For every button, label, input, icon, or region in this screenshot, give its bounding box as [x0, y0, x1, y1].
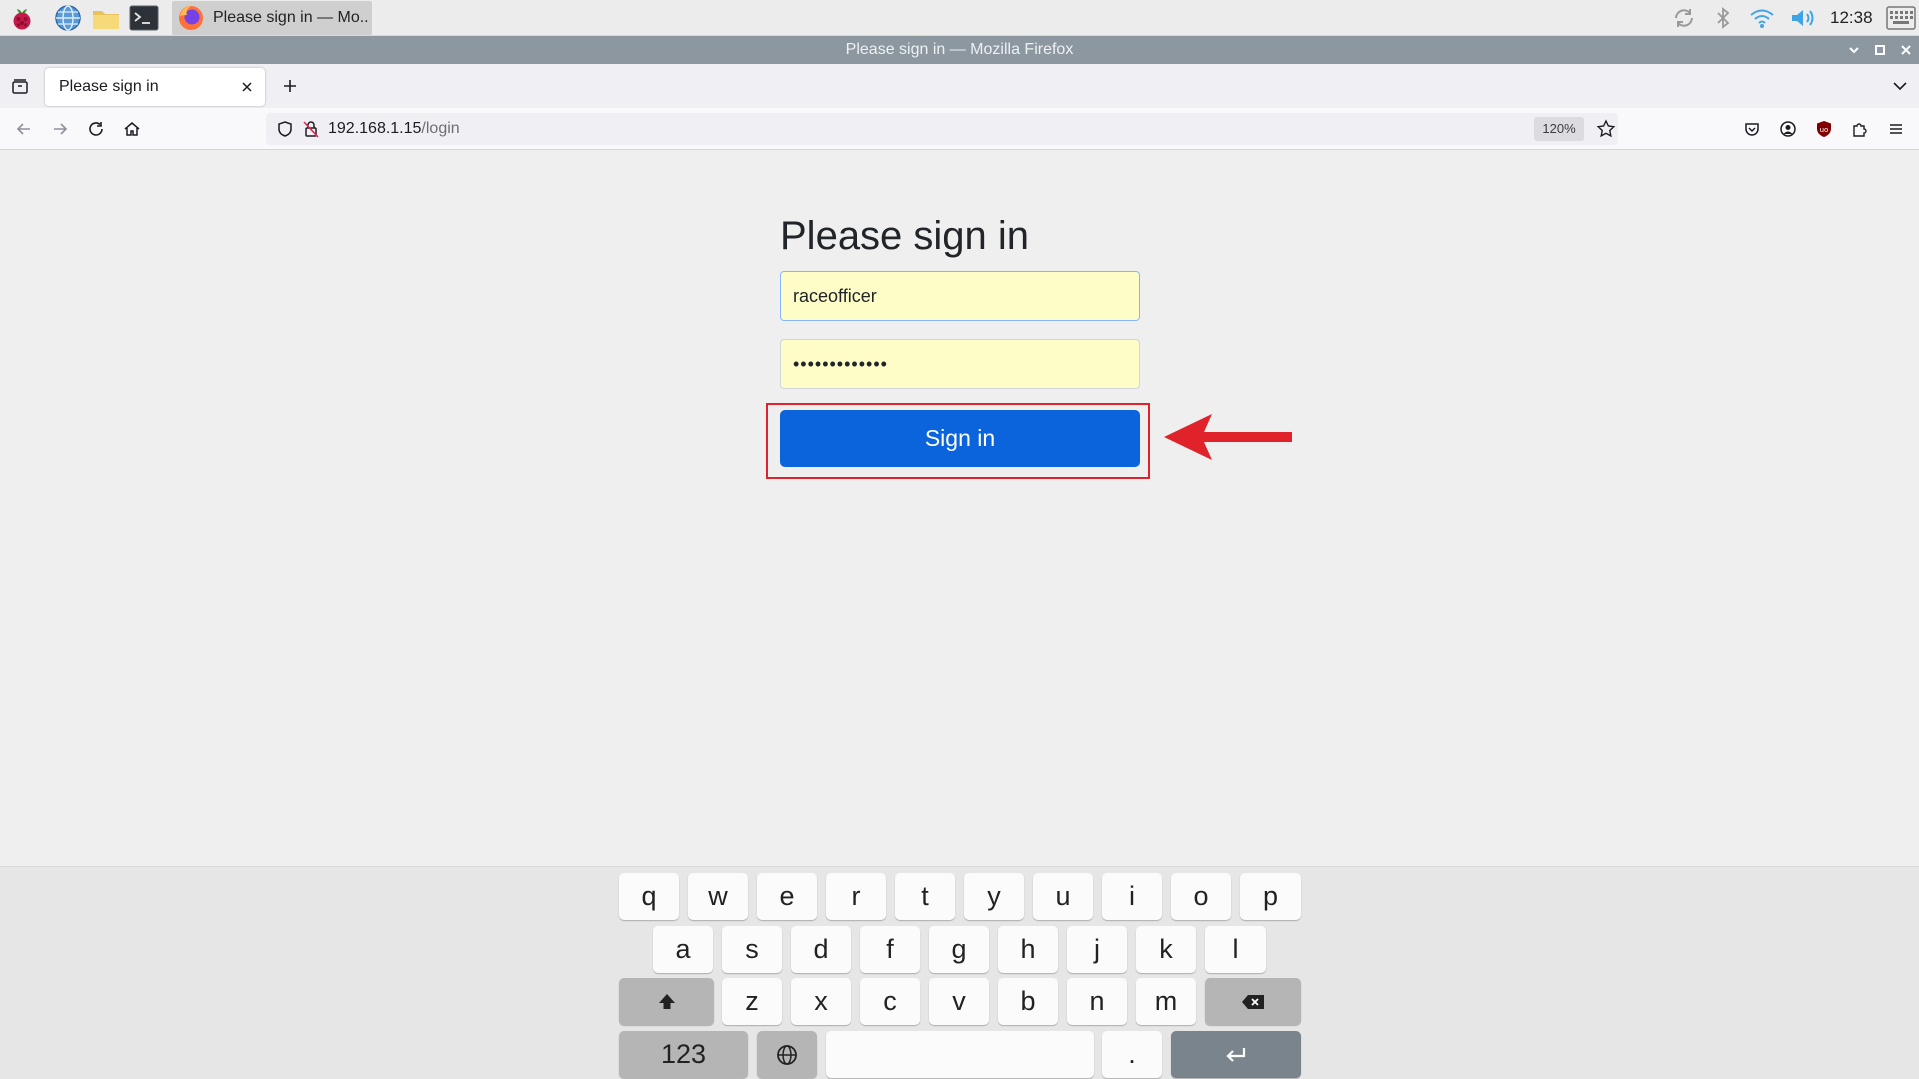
key-r[interactable]: r: [826, 873, 886, 920]
key-e[interactable]: e: [757, 873, 817, 920]
volume-icon[interactable]: [1788, 4, 1818, 32]
key-m[interactable]: m: [1136, 978, 1196, 1025]
url-text: 192.168.1.15/login: [328, 113, 460, 145]
account-icon[interactable]: [1774, 115, 1802, 143]
svg-text:uo: uo: [1820, 126, 1829, 134]
tab-please-sign-in[interactable]: Please sign in: [45, 68, 265, 106]
taskbar-task-label: Please sign in — Mo..: [213, 9, 369, 26]
globe-icon: [777, 1044, 797, 1065]
key-k[interactable]: k: [1136, 926, 1196, 973]
key-b[interactable]: b: [998, 978, 1058, 1025]
tab-close-icon[interactable]: [237, 77, 257, 97]
terminal-icon[interactable]: [128, 3, 160, 33]
key-x[interactable]: x: [791, 978, 851, 1025]
updates-icon[interactable]: [1670, 4, 1698, 32]
reload-icon[interactable]: [82, 115, 110, 143]
wifi-icon[interactable]: [1748, 4, 1776, 32]
file-manager-icon[interactable]: [90, 3, 122, 33]
spacebar-key[interactable]: [826, 1031, 1094, 1078]
shift-arrow-icon: [658, 993, 675, 1009]
app-menu-icon[interactable]: [1882, 115, 1910, 143]
key-z[interactable]: z: [722, 978, 782, 1025]
password-input[interactable]: [780, 339, 1140, 389]
bluetooth-icon[interactable]: [1712, 4, 1734, 32]
new-tab-icon[interactable]: [276, 72, 304, 100]
key-y[interactable]: y: [964, 873, 1024, 920]
web-browser-icon[interactable]: [52, 3, 84, 33]
key-q[interactable]: q: [619, 873, 679, 920]
language-key[interactable]: [757, 1031, 817, 1078]
navigation-toolbar: 192.168.1.15/login 120% uo: [0, 108, 1919, 150]
home-icon[interactable]: [118, 115, 146, 143]
url-host: 192.168.1.15: [328, 120, 422, 137]
url-path: /login: [421, 120, 460, 137]
key-period[interactable]: .: [1102, 1031, 1162, 1078]
zoom-level-badge[interactable]: 120%: [1534, 117, 1584, 141]
bookmark-star-icon[interactable]: [1596, 119, 1616, 144]
enter-arrow-icon: [1226, 1047, 1246, 1062]
key-f[interactable]: f: [860, 926, 920, 973]
back-icon[interactable]: [10, 115, 38, 143]
key-s[interactable]: s: [722, 926, 782, 973]
taskbar-firefox-task[interactable]: Please sign in — Mo..: [172, 1, 372, 35]
virtual-keyboard-icon[interactable]: [1886, 4, 1916, 32]
sign-in-button[interactable]: Sign in: [780, 410, 1140, 467]
page-content: Please sign in Sign in: [0, 150, 1919, 866]
key-i[interactable]: i: [1102, 873, 1162, 920]
firefox-view-icon[interactable]: [6, 72, 34, 100]
key-h[interactable]: h: [998, 926, 1058, 973]
key-o[interactable]: o: [1171, 873, 1231, 920]
key-p[interactable]: p: [1240, 873, 1301, 920]
numbers-key[interactable]: 123: [619, 1031, 748, 1078]
firefox-icon: [177, 4, 205, 32]
backspace-icon: [1242, 994, 1264, 1009]
key-a[interactable]: a: [653, 926, 713, 973]
raspberry-menu-icon[interactable]: [6, 3, 38, 33]
window-close-icon[interactable]: [1896, 40, 1916, 60]
insecure-lock-icon[interactable]: [302, 120, 320, 143]
enter-key[interactable]: [1171, 1031, 1301, 1078]
clock: 12:38: [1830, 8, 1873, 27]
key-v[interactable]: v: [929, 978, 989, 1025]
taskbar: Please sign in — Mo.. 12:38: [0, 0, 1919, 36]
backspace-key[interactable]: [1205, 978, 1301, 1025]
ublock-origin-icon[interactable]: uo: [1810, 115, 1838, 143]
key-u[interactable]: u: [1033, 873, 1093, 920]
tab-strip: Please sign in: [0, 64, 1919, 108]
list-all-tabs-icon[interactable]: [1886, 72, 1914, 100]
url-bar[interactable]: 192.168.1.15/login 120%: [266, 113, 1618, 145]
maximize-icon[interactable]: [1870, 40, 1890, 60]
key-l[interactable]: l: [1205, 926, 1266, 973]
form-heading: Please sign in: [780, 214, 1030, 258]
window-titlebar: Please sign in — Mozilla Firefox: [0, 36, 1919, 64]
annotation-arrow-icon: [1164, 414, 1292, 460]
forward-icon[interactable]: [46, 115, 74, 143]
window-title: Please sign in — Mozilla Firefox: [845, 41, 1074, 58]
extensions-puzzle-icon[interactable]: [1846, 115, 1874, 143]
key-t[interactable]: t: [895, 873, 955, 920]
key-n[interactable]: n: [1067, 978, 1127, 1025]
tracking-protection-shield-icon[interactable]: [276, 120, 294, 143]
key-c[interactable]: c: [860, 978, 920, 1025]
key-j[interactable]: j: [1067, 926, 1127, 973]
pocket-icon[interactable]: [1738, 115, 1766, 143]
key-d[interactable]: d: [791, 926, 851, 973]
key-w[interactable]: w: [688, 873, 748, 920]
key-g[interactable]: g: [929, 926, 989, 973]
username-input[interactable]: [780, 271, 1140, 321]
tab-title: Please sign in: [59, 78, 159, 95]
minimize-icon[interactable]: [1844, 40, 1864, 60]
shift-key[interactable]: [619, 978, 714, 1025]
on-screen-keyboard: q w e r t y u i o p a s d f g h j k l z …: [0, 866, 1919, 1079]
